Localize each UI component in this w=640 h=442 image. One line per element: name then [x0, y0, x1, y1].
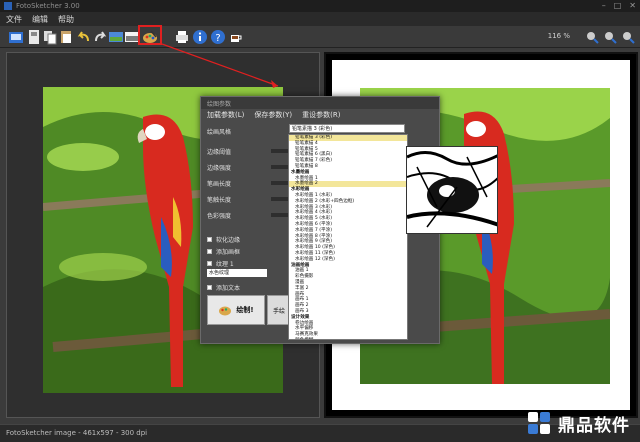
menu-help[interactable]: 帮助 — [58, 14, 74, 25]
window-title: FotoSketcher 3.00 — [16, 2, 80, 10]
save-params-menu[interactable]: 保存参数(Y) — [254, 110, 292, 120]
edge-intensity-label: 边缘强度 — [207, 165, 232, 172]
copy-icon[interactable] — [42, 29, 58, 45]
toolbar: ? 116 % — [0, 26, 640, 48]
zoom-in-icon[interactable] — [584, 29, 600, 45]
maximize-button[interactable]: □ — [614, 0, 622, 12]
style-select[interactable]: 铅笔素描 3 (彩色) — [289, 124, 405, 133]
checkbox-box[interactable] — [207, 261, 212, 266]
load-params-menu[interactable]: 加载参数(L) — [207, 110, 244, 120]
redo-icon[interactable] — [92, 29, 108, 45]
zoom-level: 116 % — [547, 32, 570, 40]
soft-edge-checkbox[interactable]: 软化边缘 — [207, 235, 240, 244]
add-frame-label: 添加画框 — [216, 249, 241, 256]
color-intensity-label: 色彩强度 — [207, 213, 232, 220]
texture-label: 纹理 1 — [216, 261, 234, 268]
dialog-title: 绘图参数 — [207, 100, 232, 108]
draw-button-label: 绘制! — [236, 306, 254, 314]
window-controls: – □ ✕ — [602, 0, 636, 12]
draw-button[interactable]: 绘制! — [207, 295, 265, 325]
dialog-title-bar: 绘图参数 — [201, 97, 439, 109]
dropdown-option[interactable]: 颜色模糊 — [289, 338, 407, 339]
threshold-label: 边缘阈值 — [207, 149, 232, 156]
fit-icon[interactable] — [620, 29, 636, 45]
watermark-logo: 鼎品软件 — [526, 410, 630, 436]
paste-icon[interactable] — [58, 29, 74, 45]
minimize-button[interactable]: – — [602, 0, 606, 12]
print-icon[interactable] — [174, 29, 190, 45]
brand-mark-icon — [528, 412, 550, 434]
checkbox-box[interactable] — [207, 285, 212, 290]
palette-icon — [219, 306, 232, 316]
title-bar: FotoSketcher 3.00 – □ ✕ — [0, 0, 640, 12]
stroke-length-label: 笔画长度 — [207, 181, 232, 188]
coffee-icon[interactable] — [228, 29, 244, 45]
soft-edge-label: 软化边缘 — [216, 237, 241, 244]
close-button[interactable]: ✕ — [629, 0, 636, 12]
paper-texture-label: 笔触长度 — [207, 197, 232, 204]
app-icon — [4, 2, 12, 10]
add-text-label: 添加文本 — [216, 285, 241, 292]
style-preview-thumbnail — [406, 146, 498, 234]
info-icon[interactable] — [192, 29, 208, 45]
texture-checkbox[interactable]: 纹理 1 — [207, 259, 234, 268]
texture-value-field[interactable]: 水色纹理 — [207, 269, 267, 277]
watermark-text: 鼎品软件 — [558, 415, 630, 436]
zoom-out-icon[interactable] — [602, 29, 618, 45]
palette-highlight-box — [138, 25, 162, 45]
dialog-menu: 加载参数(L) 保存参数(Y) 重设参数(R) — [201, 109, 439, 121]
checkbox-box[interactable] — [207, 237, 212, 242]
save-icon[interactable] — [26, 29, 42, 45]
style-dropdown-list: 铅笔素描 3 (彩色) 铅笔素描 4 铅笔素描 5 铅笔素描 6 (黑白) 铅笔素描 7… — [288, 134, 408, 340]
undo-icon[interactable] — [76, 29, 92, 45]
ink-preview-image — [407, 147, 497, 233]
help-icon[interactable]: ? — [210, 29, 226, 45]
style-label: 绘画风格 — [207, 129, 232, 136]
menu-file[interactable]: 文件 — [6, 14, 22, 25]
svg-text:?: ? — [215, 33, 220, 44]
reset-params-menu[interactable]: 重设参数(R) — [302, 110, 340, 120]
add-text-checkbox[interactable]: 添加文本 — [207, 283, 240, 292]
menu-edit[interactable]: 编辑 — [32, 14, 48, 25]
add-frame-checkbox[interactable]: 添加画框 — [207, 247, 240, 256]
original-image-icon[interactable] — [108, 29, 124, 45]
checkbox-box[interactable] — [207, 249, 212, 254]
menu-bar: 文件 编辑 帮助 — [0, 12, 640, 26]
status-text: FotoSketcher image - 461x597 - 300 dpi — [6, 429, 148, 437]
open-icon[interactable] — [8, 29, 24, 45]
app-window: FotoSketcher 3.00 – □ ✕ 文件 编辑 帮助 ? 116 % — [0, 0, 640, 442]
